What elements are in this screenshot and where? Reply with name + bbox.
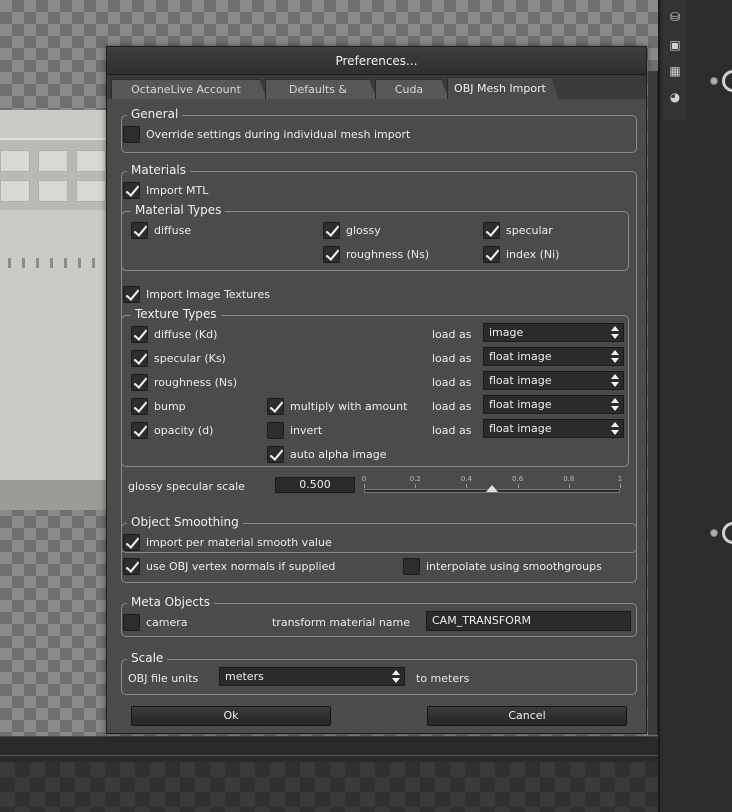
object-smoothing-label: Object Smoothing	[127, 515, 243, 529]
bottom-bar	[0, 736, 658, 762]
diffuse-checkbox[interactable]: diffuse	[131, 222, 191, 239]
slider-tick-label: 1	[617, 475, 623, 483]
transform-material-name-input[interactable]: CAM_TRANSFORM	[426, 611, 631, 631]
bump-load-as-select[interactable]: float image	[483, 395, 624, 414]
slider-tick	[415, 484, 417, 488]
spinner-arrows-icon	[610, 325, 620, 340]
texture-diffuse-checkbox[interactable]: diffuse (Kd)	[131, 326, 217, 343]
node-connector-dot[interactable]	[710, 529, 718, 537]
opacity-load-as-select[interactable]: float image	[483, 419, 624, 438]
invert-checkbox[interactable]: invert	[267, 422, 322, 439]
texture-bump-checkbox[interactable]: bump	[131, 398, 186, 415]
general-label: General	[127, 107, 183, 121]
material-icon[interactable]: ◕	[667, 90, 683, 104]
import-mtl-checkbox[interactable]: Import MTL	[123, 182, 208, 199]
tab-bar: OctaneLive Account Settings Defaults & C…	[107, 75, 646, 99]
cancel-button[interactable]: Cancel	[427, 706, 627, 726]
import-image-textures-checkbox[interactable]: Import Image Textures	[123, 286, 270, 303]
roughness-checkbox[interactable]: roughness (Ns)	[323, 246, 429, 263]
slider-tick-label: 0	[361, 475, 367, 483]
bottom-viewport	[0, 762, 658, 812]
viewport-scene	[0, 98, 120, 510]
glossy-specular-scale-field[interactable]: 0.500	[275, 477, 355, 493]
glossy-specular-scale-slider[interactable]: 0 0.2 0.4 0.6 0.8 1	[361, 475, 623, 495]
load-as-label: load as	[432, 376, 472, 389]
scene-floor	[0, 480, 120, 510]
specular-checkbox[interactable]: specular	[483, 222, 553, 239]
load-as-label: load as	[432, 400, 472, 413]
dialog-title: Preferences...	[107, 47, 646, 75]
materials-label: Materials	[127, 163, 191, 177]
glossy-specular-scale-label: glossy specular scale	[128, 480, 245, 493]
right-panel	[658, 0, 732, 812]
index-checkbox[interactable]: index (Ni)	[483, 246, 559, 263]
scene-hooks	[0, 258, 120, 270]
side-toolbar: ⛁ ▣ ▦ ◕	[663, 0, 687, 120]
scale-label: Scale	[127, 651, 168, 665]
material-types-label: Material Types	[131, 203, 226, 217]
slider-tick	[466, 484, 468, 488]
per-material-smooth-checkbox[interactable]: import per material smooth value	[123, 534, 332, 551]
texture-types-label: Texture Types	[131, 307, 221, 321]
glossy-checkbox[interactable]: glossy	[323, 222, 381, 239]
slider-tick	[620, 484, 621, 488]
load-as-label: load as	[432, 352, 472, 365]
spinner-arrows-icon	[610, 349, 620, 364]
auto-alpha-image-checkbox[interactable]: auto alpha image	[267, 446, 387, 463]
slider-thumb[interactable]	[486, 485, 498, 492]
ok-button[interactable]: Ok	[131, 706, 331, 726]
spinner-arrows-icon	[610, 421, 620, 436]
slider-tick-label: 0.4	[460, 475, 472, 483]
dialog-edge	[648, 71, 658, 735]
camera-checkbox[interactable]: camera	[123, 614, 188, 631]
checkbox-box[interactable]	[123, 182, 140, 199]
override-checkbox[interactable]: Override settings during individual mesh…	[123, 126, 410, 143]
multiply-with-amount-checkbox[interactable]: multiply with amount	[267, 398, 407, 415]
texture-roughness-checkbox[interactable]: roughness (Ns)	[131, 374, 237, 391]
roughness-load-as-select[interactable]: float image	[483, 371, 624, 390]
obj-file-units-select[interactable]: meters	[219, 667, 405, 686]
diffuse-load-as-select[interactable]: image	[483, 323, 624, 342]
texture-opacity-checkbox[interactable]: opacity (d)	[131, 422, 213, 439]
transform-material-name-label: transform material name	[272, 616, 411, 629]
slider-tick	[517, 484, 519, 488]
spinner-arrows-icon	[391, 669, 401, 684]
slider-tick-label: 0.2	[409, 475, 421, 483]
to-meters-label: to meters	[416, 672, 470, 685]
slider-tick-label: 0.6	[512, 475, 524, 483]
meta-objects-label: Meta Objects	[127, 595, 214, 609]
tab-defaults-controls[interactable]: Defaults & Controls	[265, 79, 377, 99]
smoothgroups-checkbox[interactable]: interpolate using smoothgroups	[403, 558, 602, 575]
spinner-arrows-icon	[610, 373, 620, 388]
checkbox-box[interactable]	[123, 126, 140, 143]
texture-icon[interactable]: ▦	[667, 64, 683, 78]
texture-specular-checkbox[interactable]: specular (Ks)	[131, 350, 226, 367]
tab-cuda-devices[interactable]: Cuda Devices	[375, 79, 449, 99]
load-as-label: load as	[432, 328, 472, 341]
tab-obj-mesh-import[interactable]: OBJ Mesh Import	[447, 77, 559, 99]
specular-load-as-select[interactable]: float image	[483, 347, 624, 366]
node-connector-dot[interactable]	[710, 77, 718, 85]
slider-tick	[364, 484, 365, 488]
image-icon[interactable]: ▣	[667, 38, 683, 52]
slider-tick-label: 0.8	[563, 475, 575, 483]
scene-shelf	[0, 138, 120, 210]
spinner-arrows-icon	[610, 397, 620, 412]
tab-octanelive-account[interactable]: OctaneLive Account Settings	[111, 79, 267, 99]
database-icon[interactable]: ⛁	[667, 10, 683, 24]
load-as-label: load as	[432, 424, 472, 437]
obj-file-units-label: OBJ file units	[128, 672, 199, 685]
vertex-normals-checkbox[interactable]: use OBJ vertex normals if supplied	[123, 558, 335, 575]
slider-tick	[568, 484, 570, 488]
preferences-dialog: Preferences... OctaneLive Account Settin…	[106, 46, 658, 735]
